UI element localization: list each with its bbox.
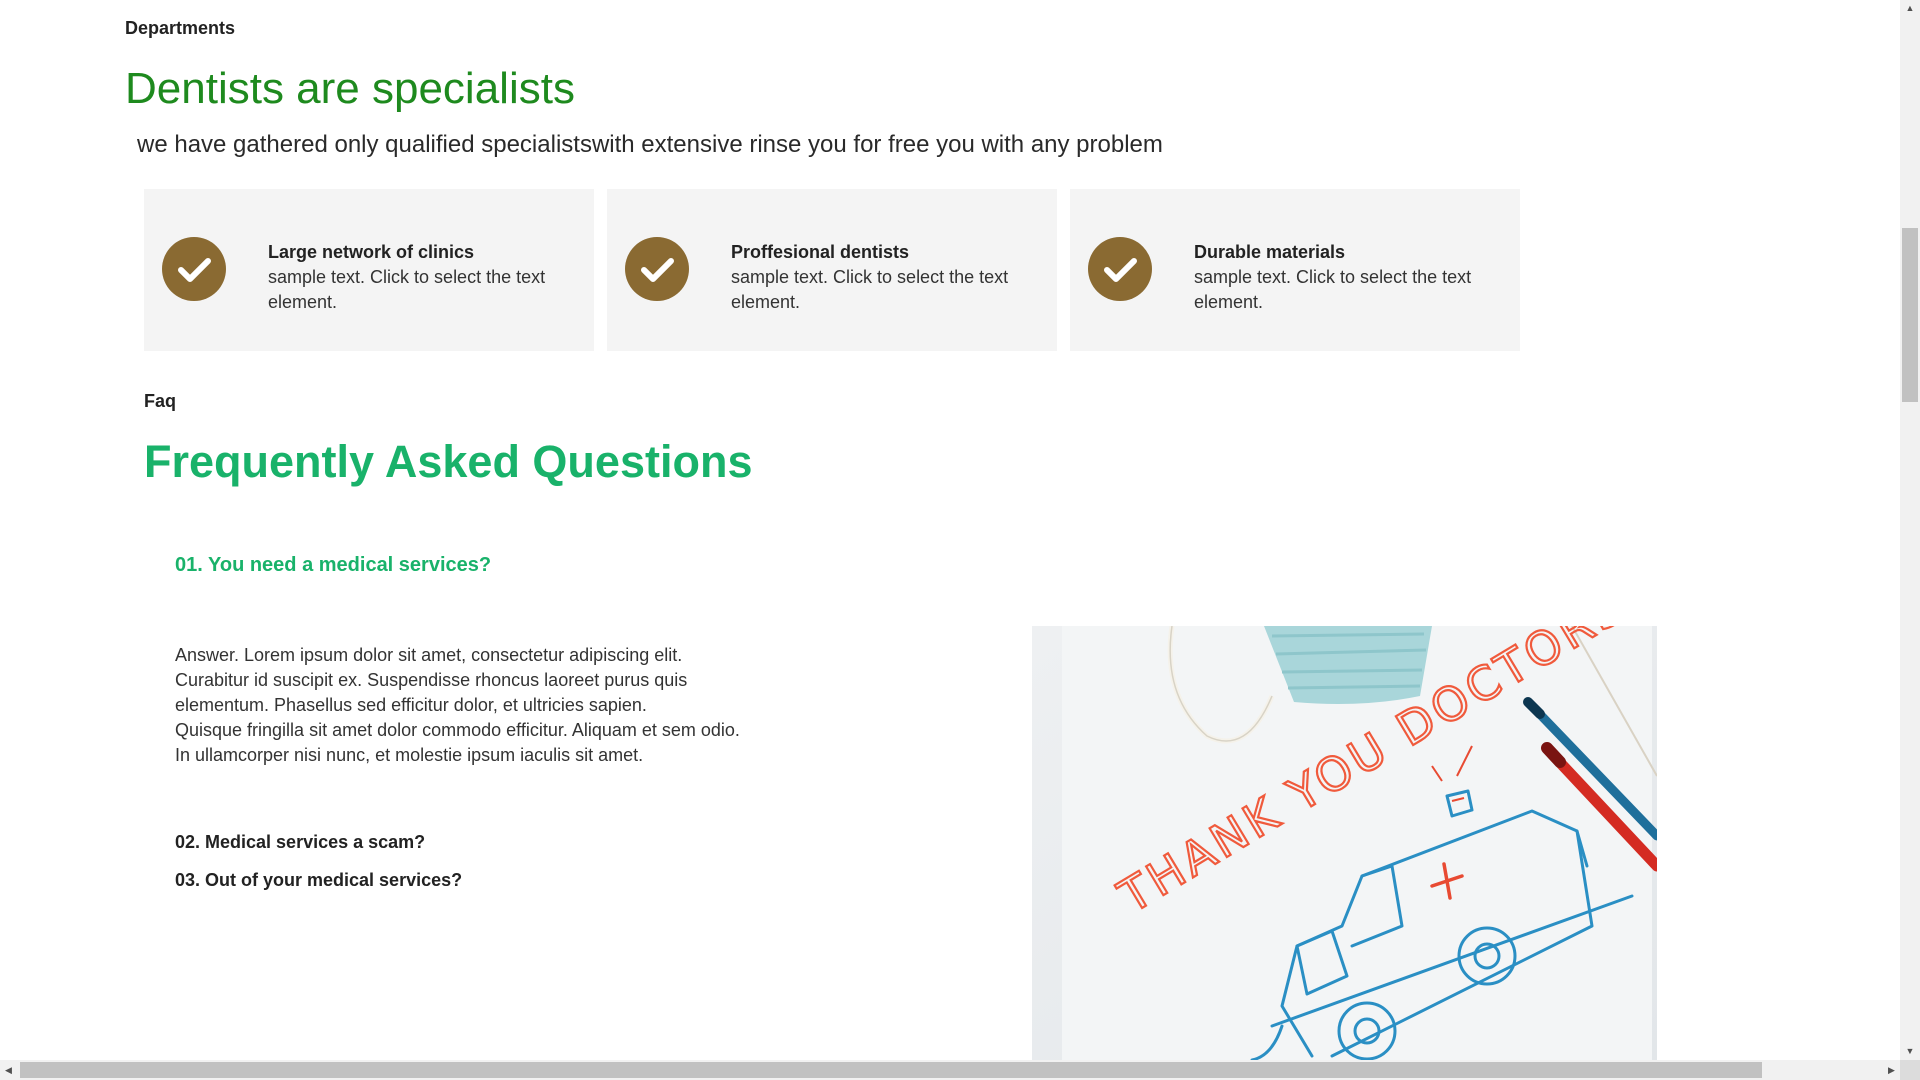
scroll-right-arrow-icon[interactable]: ▶ [1883,1060,1900,1080]
check-icon [162,237,226,301]
faq-answer-1: Answer. Lorem ipsum dolor sit amet, cons… [175,643,775,768]
photo-illustration: THANK YOU DOCTORS [1032,626,1657,1060]
feature-title: Durable materials [1194,242,1346,262]
feature-title: Large network of clinics [268,242,475,262]
faq-label: Faq [144,391,177,411]
check-icon [1088,237,1152,301]
page-viewport: Departments Dentists are specialists we … [0,0,1900,1060]
answer-line: Curabitur id suscipit ex. Suspendisse rh… [175,670,688,690]
feature-title: Proffesional dentists [731,242,910,262]
feature-description: sample text. Click to select the text el… [1194,267,1472,312]
answer-line: Quisque fringilla sit amet dolor commodo… [175,720,740,740]
feature-text: Proffesional dentists sample text. Click… [731,240,1031,315]
horizontal-scrollbar[interactable]: ◀ ▶ [0,1060,1900,1080]
faq-title: Frequently Asked Questions [144,436,753,487]
check-icon [625,237,689,301]
vertical-scrollbar[interactable]: ▲ ▼ [1900,0,1920,1060]
scroll-left-arrow-icon[interactable]: ◀ [0,1060,17,1080]
thank-you-doctors-photo: THANK YOU DOCTORS [1032,626,1657,1060]
features-row: Large network of clinics sample text. Cl… [144,189,1520,351]
feature-text: Large network of clinics sample text. Cl… [268,240,568,315]
faq-question-1[interactable]: 01. You need a medical services? [175,554,491,577]
faq-question-3[interactable]: 03. Out of your medical services? [175,870,462,891]
scroll-down-arrow-icon[interactable]: ▼ [1900,1043,1920,1060]
vertical-scroll-thumb[interactable] [1902,228,1918,402]
answer-line: Answer. Lorem ipsum dolor sit amet, cons… [175,645,683,665]
departments-subtitle: we have gathered only qualified speciali… [137,131,1163,158]
answer-line: elementum. Phasellus sed efficitur dolor… [175,695,647,715]
feature-card-materials: Durable materials sample text. Click to … [1070,189,1520,351]
departments-title: Dentists are specialists [125,64,575,113]
answer-line: In ullamcorper nisi nunc, et molestie ip… [175,745,644,765]
feature-text: Durable materials sample text. Click to … [1194,240,1494,315]
feature-description: sample text. Click to select the text el… [268,267,546,312]
horizontal-scroll-thumb[interactable] [20,1062,1762,1078]
scrollbar-corner [1900,1060,1920,1080]
feature-card-dentists: Proffesional dentists sample text. Click… [607,189,1057,351]
feature-card-clinics: Large network of clinics sample text. Cl… [144,189,594,351]
feature-description: sample text. Click to select the text el… [731,267,1009,312]
scroll-up-arrow-icon[interactable]: ▲ [1900,0,1920,17]
departments-label: Departments [125,18,236,38]
faq-question-2[interactable]: 02. Medical services a scam? [175,832,425,853]
